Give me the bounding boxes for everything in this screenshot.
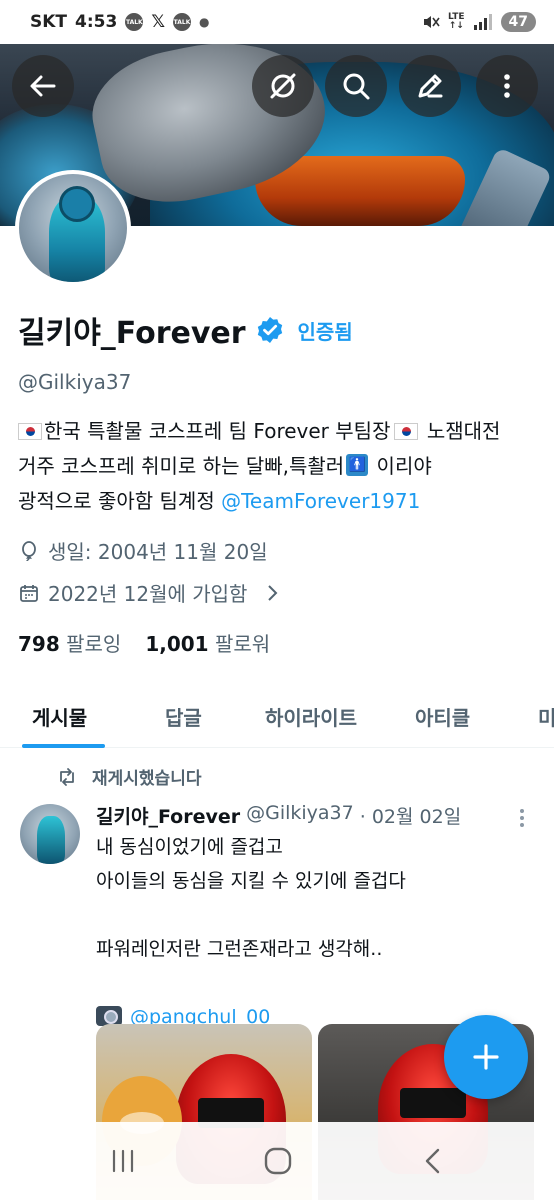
kakaotalk-icon-2: TALK <box>173 13 192 31</box>
bio-line-2: 거주 코스프레 취미로 하는 달빠,특촬러 이리야 <box>18 449 538 484</box>
post-line: 내 동심이었기에 즐겁고 <box>96 836 283 858</box>
repost-indicator: 재게시했습니다 <box>56 764 201 789</box>
tab-articles[interactable]: 아티클 <box>415 702 470 731</box>
back-nav-button[interactable] <box>416 1144 450 1178</box>
post-date[interactable]: · 02월 02일 <box>360 802 461 829</box>
post-author-handle[interactable]: @Gilkiya37 <box>246 802 354 829</box>
profile-tabs: 게시물 답글 하이라이트 아티클 미 <box>0 690 554 748</box>
joined-text: 2022년 12월에 가입함 <box>48 582 248 606</box>
man-symbol-icon <box>346 454 369 476</box>
bio-mention-link[interactable]: @TeamForever1971 <box>221 489 420 513</box>
post-line: 아이들의 동심을 지킬 수 있기에 즐겁다 <box>96 870 406 892</box>
profile-bio: 한국 특촬물 코스프레 팀 Forever 부팀장 노잼대전 거주 코스프레 취… <box>18 414 538 519</box>
birthday-row: 생일: 2004년 11월 20일 <box>18 536 268 565</box>
follow-stats: 798 팔로잉 1,001 팔로워 <box>18 628 270 657</box>
status-bar: SKT 4:53 TALK 𝕏 TALK ● LTE ↑↓ 47 <box>0 0 554 44</box>
repost-label: 재게시했습니다 <box>92 769 202 789</box>
korea-flag-icon <box>18 423 42 440</box>
tab-posts[interactable]: 게시물 <box>32 702 87 731</box>
post-line <box>96 898 536 932</box>
chevron-right-icon <box>268 584 278 601</box>
followers-label: 팔로워 <box>214 632 271 656</box>
battery-indicator: 47 <box>500 12 536 32</box>
more-vertical-icon <box>504 74 510 98</box>
compose-button[interactable] <box>444 1015 528 1099</box>
tab-replies[interactable]: 답글 <box>165 702 202 731</box>
network-type: LTE ↑↓ <box>447 12 465 31</box>
tab-highlights[interactable]: 하이라이트 <box>265 702 357 731</box>
post-line: 파워레인저란 그런존재라고 생각해.. <box>96 938 383 960</box>
grok-icon <box>270 73 296 99</box>
korea-flag-icon <box>394 423 419 440</box>
profile-name: 길키야_Forever <box>18 316 246 351</box>
post-header: 길키야_Forever @Gilkiya37 · 02월 02일 <box>96 802 461 829</box>
birthday-text: 생일: 2004년 11월 20일 <box>48 540 268 564</box>
active-tab-indicator <box>22 744 105 748</box>
clock: 4:53 <box>75 12 118 32</box>
search-icon <box>343 73 370 100</box>
system-nav-bar <box>0 1122 554 1200</box>
post-text: 내 동심이었기에 즐겁고 아이들의 동심을 지킬 수 있기에 즐겁다 파워레인저… <box>96 830 536 1034</box>
more-options-button[interactable] <box>476 55 538 117</box>
post-avatar[interactable] <box>20 804 80 864</box>
pencil-icon <box>418 74 443 98</box>
plus-icon <box>473 1044 499 1070</box>
calendar-icon <box>20 584 38 602</box>
arrow-left-icon <box>30 75 56 97</box>
carrier: SKT <box>30 12 68 32</box>
kakaotalk-icon: TALK <box>125 13 144 31</box>
grok-button[interactable] <box>252 55 314 117</box>
search-button[interactable] <box>325 55 387 117</box>
post-author-name[interactable]: 길키야_Forever <box>96 802 240 829</box>
verified-label[interactable]: 인증됨 <box>298 316 353 345</box>
following-label: 팔로잉 <box>66 632 122 656</box>
following-count: 798 <box>18 632 60 656</box>
post-more-icon[interactable] <box>512 806 532 830</box>
profile-avatar[interactable] <box>15 170 131 286</box>
followers-link[interactable]: 1,001 팔로워 <box>145 628 270 657</box>
camera-icon <box>96 1006 122 1026</box>
profile-handle: @Gilkiya37 <box>18 370 132 394</box>
repost-icon <box>60 767 74 786</box>
signal-icon <box>473 14 492 30</box>
edit-button[interactable] <box>399 55 461 117</box>
following-link[interactable]: 798 팔로잉 <box>18 628 121 657</box>
tab-media[interactable]: 미 <box>538 702 554 731</box>
back-button[interactable] <box>12 55 74 117</box>
mute-icon <box>423 16 440 28</box>
verified-badge-icon[interactable] <box>256 316 284 344</box>
more-notifications-icon: ● <box>199 15 210 29</box>
balloon-icon <box>22 540 36 561</box>
bio-line-1: 한국 특촬물 코스프레 팀 Forever 부팀장 노잼대전 <box>18 414 538 449</box>
home-button[interactable] <box>261 1144 295 1178</box>
recent-apps-button[interactable] <box>106 1144 140 1178</box>
post-line <box>96 966 536 1000</box>
joined-row[interactable]: 2022년 12월에 가입함 <box>18 578 283 607</box>
profile-name-row: 길키야_Forever 인증됨 <box>18 308 353 352</box>
followers-count: 1,001 <box>145 632 209 656</box>
x-logo-icon: 𝕏 <box>151 12 166 32</box>
bio-line-3: 광적으로 좋아함 팀계정 @TeamForever1971 <box>18 489 421 513</box>
